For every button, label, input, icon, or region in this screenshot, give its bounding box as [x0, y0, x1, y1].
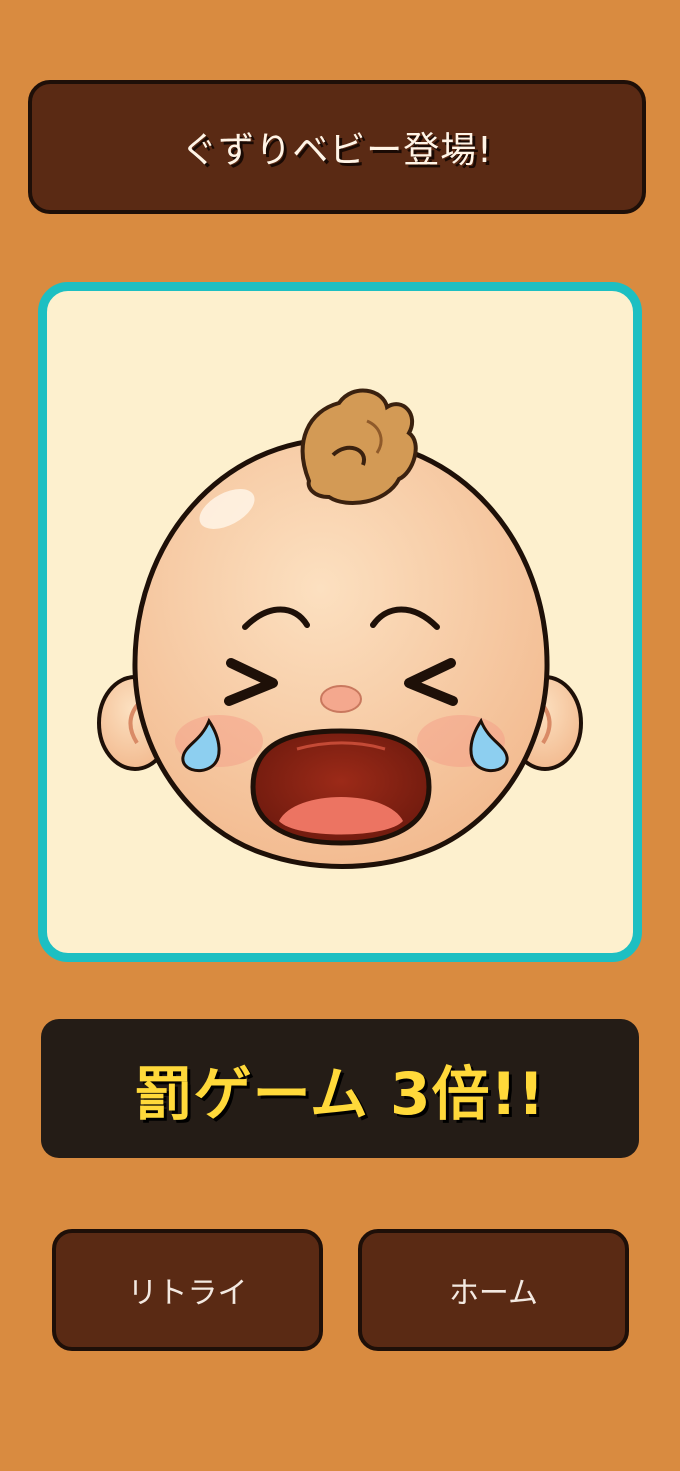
- page-title: ぐずりベビー登場!: [181, 130, 493, 171]
- home-button[interactable]: ホーム: [358, 1229, 629, 1351]
- result-card: [38, 282, 642, 962]
- penalty-text: 罰ゲーム 3倍!!: [134, 1059, 546, 1128]
- title-banner: ぐずりベビー登場!: [28, 80, 646, 214]
- crying-baby-icon: [97, 388, 583, 869]
- retry-button[interactable]: リトライ: [52, 1229, 323, 1351]
- penalty-banner: 罰ゲーム 3倍!!: [41, 1019, 639, 1158]
